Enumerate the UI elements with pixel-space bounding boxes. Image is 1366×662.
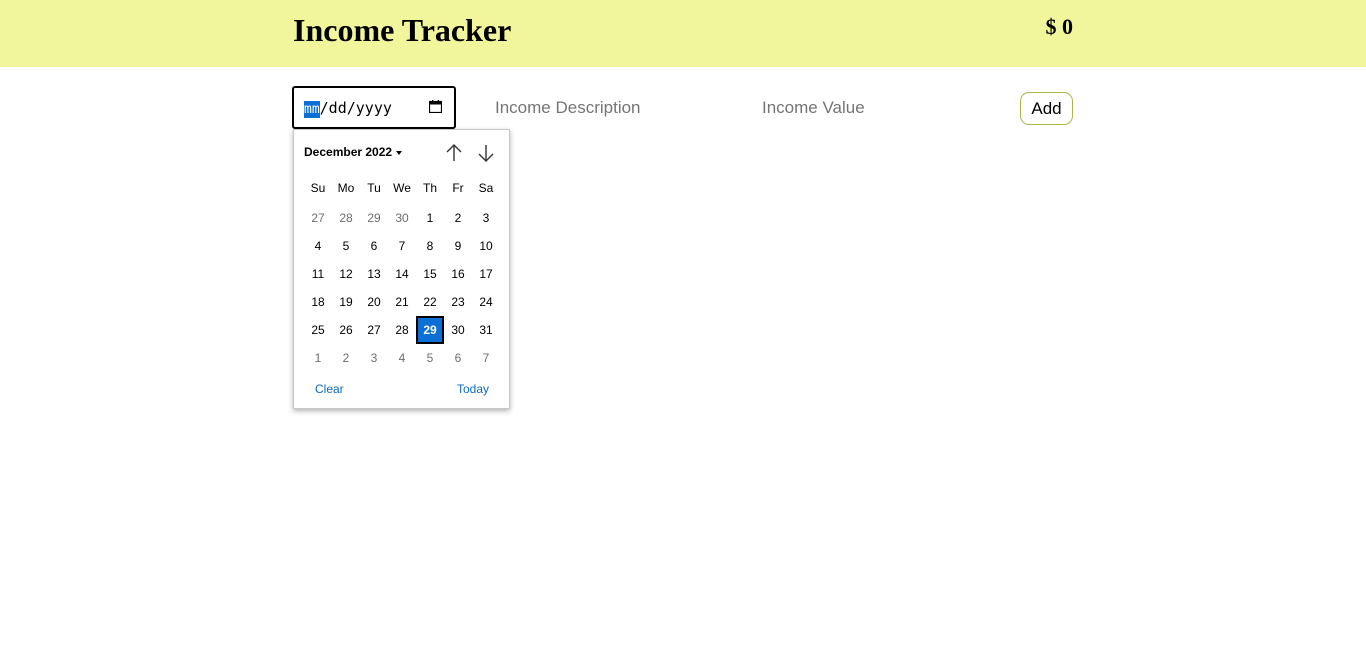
calendar-day[interactable]: 8 — [416, 232, 444, 260]
calendar-day[interactable]: 6 — [444, 344, 472, 372]
calendar-day[interactable]: 11 — [304, 260, 332, 288]
income-value-input[interactable] — [762, 94, 962, 122]
calendar-day[interactable]: 23 — [444, 288, 472, 316]
calendar-day-selected[interactable]: 29 — [416, 316, 444, 344]
clear-button[interactable]: Clear — [315, 382, 344, 396]
calendar-day[interactable]: 28 — [332, 204, 360, 232]
calendar-day[interactable]: 30 — [388, 204, 416, 232]
calendar-day[interactable]: 22 — [416, 288, 444, 316]
calendar-day[interactable]: 31 — [472, 316, 500, 344]
calendar-day[interactable]: 6 — [360, 232, 388, 260]
calendar-day[interactable]: 2 — [332, 344, 360, 372]
calendar-day[interactable]: 16 — [444, 260, 472, 288]
calendar-week: 18 19 20 21 22 23 24 — [304, 288, 500, 316]
income-description-input[interactable] — [495, 94, 715, 122]
app-header: Income Tracker $ 0 — [0, 0, 1366, 67]
calendar-day[interactable]: 26 — [332, 316, 360, 344]
calendar-day[interactable]: 5 — [332, 232, 360, 260]
calendar-day[interactable]: 25 — [304, 316, 332, 344]
calendar-day[interactable]: 27 — [360, 316, 388, 344]
arrow-up-icon[interactable] — [443, 142, 465, 164]
weekday-label: Su — [310, 181, 326, 195]
datepicker-popup: December 2022 Su Mo Tu We Th Fr Sa 27 28 2… — [293, 129, 510, 409]
calendar-day[interactable]: 24 — [472, 288, 500, 316]
caret-down-icon — [396, 150, 403, 155]
total-balance: $ 0 — [1045, 14, 1074, 39]
date-month-segment[interactable]: mm — [304, 101, 320, 118]
calendar-day[interactable]: 20 — [360, 288, 388, 316]
calendar-day[interactable]: 18 — [304, 288, 332, 316]
month-year-select[interactable]: December 2022 — [304, 145, 403, 159]
weekday-label: Tu — [367, 181, 381, 195]
calendar-day[interactable]: 1 — [416, 204, 444, 232]
weekday-label: Fr — [452, 181, 464, 195]
calendar-day[interactable]: 7 — [472, 344, 500, 372]
calendar-day[interactable]: 3 — [360, 344, 388, 372]
calendar-day[interactable]: 3 — [472, 204, 500, 232]
app-title: Income Tracker — [293, 12, 512, 48]
calendar-week: 25 26 27 28 29 30 31 — [304, 316, 500, 344]
calendar-day[interactable]: 30 — [444, 316, 472, 344]
calendar-day[interactable]: 14 — [388, 260, 416, 288]
date-rest-segments[interactable]: /dd/yyyy — [320, 99, 392, 117]
calendar-day[interactable]: 28 — [388, 316, 416, 344]
calendar-icon[interactable] — [429, 100, 442, 113]
calendar-day[interactable]: 19 — [332, 288, 360, 316]
arrow-down-icon[interactable] — [475, 142, 497, 164]
calendar-week: 27 28 29 30 1 2 3 — [304, 204, 500, 232]
calendar-day[interactable]: 1 — [304, 344, 332, 372]
today-button[interactable]: Today — [457, 382, 489, 396]
calendar-day[interactable]: 2 — [444, 204, 472, 232]
calendar-day[interactable]: 29 — [360, 204, 388, 232]
weekday-label: Th — [422, 181, 437, 195]
calendar-day[interactable]: 13 — [360, 260, 388, 288]
weekday-header: Su Mo Tu We Th Fr Sa — [304, 180, 500, 196]
calendar-day[interactable]: 7 — [388, 232, 416, 260]
weekday-label: Mo — [337, 181, 355, 195]
date-field-text[interactable]: mm/dd/yyyy — [304, 98, 392, 120]
calendar-day[interactable]: 12 — [332, 260, 360, 288]
calendar-day[interactable]: 21 — [388, 288, 416, 316]
calendar-day[interactable]: 4 — [304, 232, 332, 260]
date-input[interactable]: mm/dd/yyyy — [292, 86, 456, 129]
add-button[interactable]: Add — [1020, 92, 1073, 125]
weekday-label: Sa — [478, 181, 494, 195]
month-year-label: December 2022 — [304, 145, 393, 159]
calendar-day[interactable]: 15 — [416, 260, 444, 288]
calendar-day[interactable]: 27 — [304, 204, 332, 232]
calendar-day[interactable]: 5 — [416, 344, 444, 372]
calendar-day[interactable]: 17 — [472, 260, 500, 288]
calendar-day[interactable]: 10 — [472, 232, 500, 260]
calendar-day[interactable]: 4 — [388, 344, 416, 372]
weekday-label: We — [393, 181, 411, 195]
calendar-week: 4 5 6 7 8 9 10 — [304, 232, 500, 260]
calendar-week: 1234567 — [304, 344, 500, 372]
calendar-day[interactable]: 9 — [444, 232, 472, 260]
calendar-week: 11 12 13 14 15 16 17 — [304, 260, 500, 288]
